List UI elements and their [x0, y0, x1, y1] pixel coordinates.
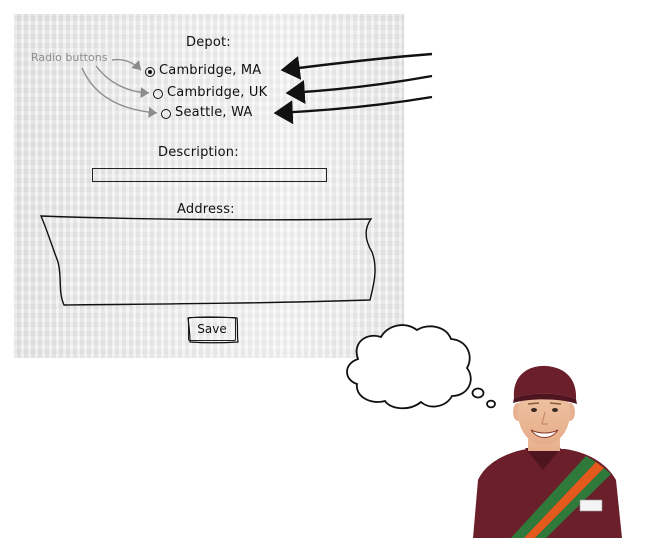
- radio-buttons-annotation: Radio buttons: [31, 51, 108, 64]
- depot-label: Depot:: [186, 35, 231, 50]
- depot-option-label: Seattle, WA: [175, 105, 253, 120]
- radio-button[interactable]: [153, 89, 163, 99]
- depot-option-label: Cambridge, UK: [167, 85, 268, 100]
- description-input[interactable]: [92, 168, 327, 182]
- radio-button-selected[interactable]: [145, 67, 155, 77]
- depot-option-label: Cambridge, MA: [159, 63, 262, 78]
- save-button[interactable]: Save: [188, 317, 236, 341]
- person-illustration: [473, 365, 622, 538]
- address-label: Address:: [177, 202, 235, 217]
- address-textarea[interactable]: [45, 220, 374, 304]
- description-label: Description:: [158, 145, 239, 160]
- radio-button[interactable]: [161, 109, 171, 119]
